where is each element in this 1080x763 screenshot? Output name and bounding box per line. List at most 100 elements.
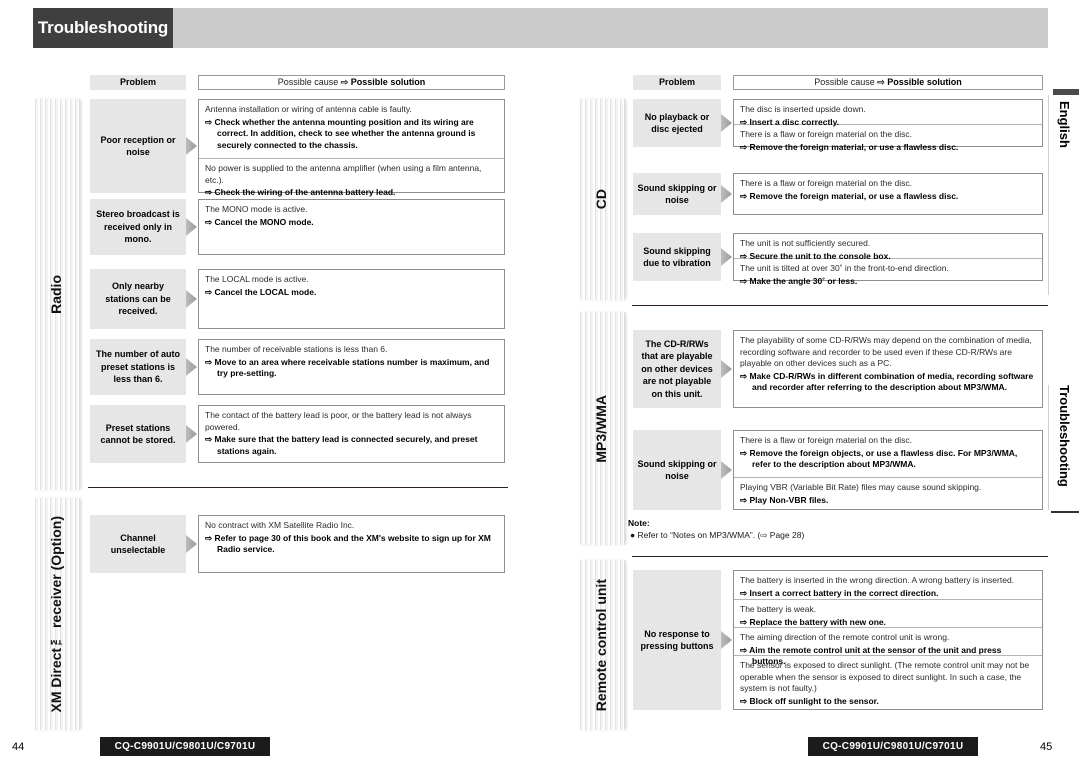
left-page-number: 44: [12, 741, 25, 753]
note-block: Note: ● Refer to “Notes on MP3/WMA”. (⇨ P…: [628, 517, 804, 541]
solution-line: ⇨ Move to an area where receivable stati…: [205, 357, 498, 380]
cause-text: The MONO mode is active.: [205, 204, 308, 214]
cause-solution-cell: The MONO mode is active. ⇨ Cancel the MON…: [199, 200, 504, 256]
cause-text: The number of receivable stations is les…: [205, 344, 388, 354]
cause-solution-cell: The sensor is exposed to direct sunlight…: [734, 655, 1042, 711]
section-divider: [632, 556, 1048, 557]
cause-text: There is a flaw or foreign material on t…: [740, 178, 912, 188]
cause-text: No power is supplied to the antenna ampl…: [205, 163, 482, 185]
cause-solution-group: The number of receivable stations is les…: [198, 339, 505, 395]
cause-solution-group: There is a flaw or foreign material on t…: [733, 430, 1043, 510]
arrow-icon: ⇨: [340, 77, 349, 87]
cause-text: The LOCAL mode is active.: [205, 274, 309, 284]
left-model-badge: CQ-C9901U/C9801U/C9701U: [100, 737, 270, 756]
problem-cell: Sound skipping or noise: [633, 430, 721, 510]
column-header-cause-solution: Possible cause ⇨ Possible solution: [198, 75, 505, 90]
solution-text: Remove the foreign material, or use a fl…: [749, 141, 959, 152]
cause-solution-group: No contract with XM Satellite Radio Inc.…: [198, 515, 505, 573]
cause-text: The aiming direction of the remote contr…: [740, 632, 950, 642]
cause-text: The unit is not sufficiently secured.: [740, 238, 871, 248]
column-header-problem: Problem: [90, 75, 186, 90]
column-header-problem: Problem: [633, 75, 721, 90]
cause-solution-cell: Antenna installation or wiring of antenn…: [199, 100, 504, 158]
cause-solution-group: The contact of the battery lead is poor,…: [198, 405, 505, 463]
category-label: MP3/WMA: [593, 394, 609, 463]
cause-solution-cell: Playing VBR (Variable Bit Rate) files ma…: [734, 477, 1042, 511]
cause-solution-group: The playability of some CD-R/RWs may dep…: [733, 330, 1043, 408]
solution-line: ⇨ Remove the foreign objects, or use a f…: [740, 448, 1036, 471]
cause-text: No contract with XM Satellite Radio Inc.: [205, 520, 355, 530]
cause-solution-cell: There is a flaw or foreign material on t…: [734, 174, 1042, 216]
cause-solution-cell: The contact of the battery lead is poor,…: [199, 406, 504, 464]
cause-solution-cell: The aiming direction of the remote contr…: [734, 627, 1042, 666]
category-spine-radio: Radio: [33, 99, 80, 490]
cause-solution-cell: The battery is inserted in the wrong dir…: [734, 571, 1042, 599]
solution-text: Replace the battery with new one.: [749, 616, 886, 627]
right-page-number: 45: [1040, 741, 1053, 753]
category-label: CD: [593, 189, 609, 210]
solution-line: ⇨ Cancel the LOCAL mode.: [205, 287, 498, 299]
solution-line: ⇨ Remove the foreign material, or use a …: [740, 191, 1036, 203]
right-model-badge: CQ-C9901U/C9801U/C9701U: [808, 737, 978, 756]
problem-cell: Sound skipping or noise: [633, 173, 721, 215]
note-item: ● Refer to “Notes on MP3/WMA”. (⇨ Page 2…: [630, 530, 805, 540]
category-spine-remote-control-unit: Remote control unit: [578, 560, 625, 730]
solution-text: Insert a disc correctly.: [749, 116, 840, 127]
solution-text: Make CD-R/RWs in different combination o…: [749, 370, 1034, 393]
problem-cell: Only nearby stations can be received.: [90, 269, 186, 329]
solution-line: ⇨ Check whether the antenna mounting pos…: [205, 117, 498, 152]
cause-solution-cell: No contract with XM Satellite Radio Inc.…: [199, 516, 504, 574]
solution-text: Block off sunlight to the sensor.: [749, 695, 879, 706]
cause-text: The disc is inserted upside down.: [740, 104, 866, 114]
solution-text: Cancel the MONO mode.: [214, 216, 314, 227]
problem-cell: Preset stations cannot be stored.: [90, 405, 186, 463]
solution-text: Make sure that the battery lead is conne…: [214, 434, 478, 456]
solution-line: ⇨ Insert a correct battery in the correc…: [740, 588, 1036, 600]
solution-line: ⇨ Cancel the MONO mode.: [205, 217, 498, 229]
section-divider: [88, 487, 508, 488]
cause-solution-cell: The battery is weak. ⇨ Replace the batter…: [734, 599, 1042, 627]
solution-line: ⇨ Play Non-VBR files.: [740, 495, 1036, 507]
solution-line: ⇨ Make sure that the battery lead is con…: [205, 434, 498, 457]
cause-solution-group: The battery is inserted in the wrong dir…: [733, 570, 1043, 710]
problem-cell: The number of auto preset stations is le…: [90, 339, 186, 395]
cause-solution-cell: No power is supplied to the antenna ampl…: [199, 158, 504, 197]
solution-text: Make the angle 30˚ or less.: [749, 275, 858, 286]
cause-text: The battery is inserted in the wrong dir…: [740, 575, 1015, 585]
solution-line: ⇨ Remove the foreign material, or use a …: [740, 142, 1036, 154]
category-label: Radio: [48, 275, 64, 314]
cause-text: The sensor is exposed to direct sunlight…: [740, 660, 1030, 693]
solution-line: ⇨ Make CD-R/RWs in different combination…: [740, 371, 1036, 394]
solution-text: Secure the unit to the console box.: [749, 250, 891, 261]
solution-line: ⇨ Block off sunlight to the sensor.: [740, 696, 1036, 708]
cause-solution-group: The LOCAL mode is active. ⇨ Cancel the LO…: [198, 269, 505, 329]
section-divider: [632, 305, 1048, 306]
solution-text: Cancel the LOCAL mode.: [214, 286, 317, 297]
solution-text: Insert a correct battery in the correct …: [749, 587, 939, 598]
note-title: Note:: [628, 518, 650, 528]
problem-cell: Channel unselectable: [90, 515, 186, 573]
cause-solution-cell: The unit is not sufficiently secured. ⇨ S…: [734, 234, 1042, 261]
manual-page: Troubleshooting English Troubleshooting …: [0, 0, 1080, 763]
problem-cell: No playback or disc ejected: [633, 99, 721, 147]
problem-cell: The CD-R/RWs that are playable on other …: [633, 330, 721, 408]
category-label: Remote control unit: [593, 578, 609, 712]
problem-cell: Poor reception or noise: [90, 99, 186, 193]
arrow-icon: ⇨: [877, 77, 885, 87]
category-label: XM Direct™ receiver (Option): [48, 515, 64, 713]
problem-cell: Sound skipping due to vibration: [633, 233, 721, 281]
solution-line: ⇨ Make the angle 30˚ or less.: [740, 276, 1036, 288]
arrow-icon: ⇨: [740, 644, 750, 655]
solution-text: Move to an area where receivable station…: [214, 356, 490, 379]
cause-solution-cell: There is a flaw or foreign material on t…: [734, 431, 1042, 477]
category-spine-cd: CD: [578, 99, 625, 300]
cause-solution-cell: The playability of some CD-R/RWs may dep…: [734, 331, 1042, 409]
cause-text: There is a flaw or foreign material on t…: [740, 435, 912, 445]
cause-text: Playing VBR (Variable Bit Rate) files ma…: [740, 482, 982, 492]
problem-cell: Stereo broadcast is received only in mon…: [90, 199, 186, 255]
category-spine-mp3-wma: MP3/WMA: [578, 312, 625, 545]
cause-text: The contact of the battery lead is poor,…: [205, 410, 472, 432]
solution-text: Check the wiring of the antenna battery …: [214, 187, 396, 197]
cause-solution-cell: The disc is inserted upside down. ⇨ Inser…: [734, 100, 1042, 127]
solution-line: ⇨ Refer to page 30 of this book and the …: [205, 533, 498, 556]
